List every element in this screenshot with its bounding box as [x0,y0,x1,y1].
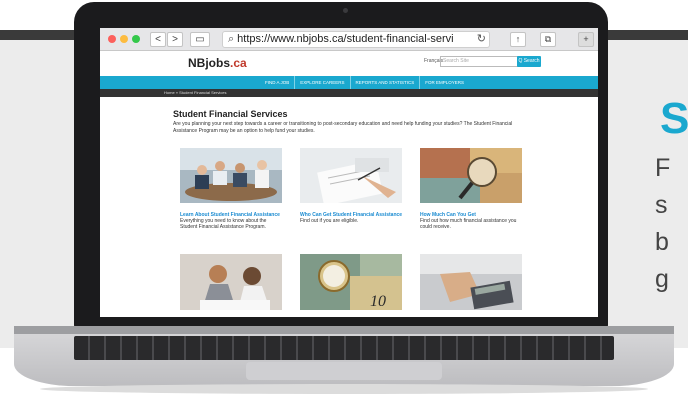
site-logo[interactable]: NBjobs.ca [188,56,247,70]
browser-toolbar: < > ▭ ⌕ https://www.nbjobs.ca/student-fin… [100,28,598,51]
close-window-icon[interactable] [108,35,116,43]
trackpad [246,362,442,380]
laptop-hinge [14,326,674,334]
side-text-line: F [655,154,671,182]
main-nav: FIND A JOB EXPLORE CAREERS REPORTS AND S… [100,76,598,89]
meeting-photo [180,148,282,203]
laptop-shadow [40,384,648,394]
search-icon: ⌕ [228,33,235,45]
card-amount[interactable]: How Much Can You Get Find out how much f… [420,148,524,230]
side-text: F s b g [655,150,670,298]
laptop-base [14,326,674,386]
calculator-photo[interactable] [420,254,522,310]
nav-explore-careers[interactable]: EXPLORE CAREERS [295,76,351,89]
logo-main: NBjobs [188,56,230,70]
address-bar[interactable]: ⌕ https://www.nbjobs.ca/student-financial… [222,31,490,48]
pocket-watch-money-photo[interactable]: 10 [300,254,402,310]
minimize-window-icon[interactable] [120,35,128,43]
card-description: Find out if you are eligible. [300,218,359,224]
nav-reports-and-statistics[interactable]: REPORTS AND STATISTICS [351,76,421,89]
keyboard [74,336,614,360]
laptop-screen: < > ▭ ⌕ https://www.nbjobs.ca/student-fin… [100,28,598,317]
nav-find-a-job[interactable]: FIND A JOB [260,76,296,89]
bill-number: 10 [370,293,386,310]
url-text: https://www.nbjobs.ca/student-financial-… [237,33,454,45]
side-text-line: g [655,265,669,293]
card-learn[interactable]: Learn About Student Financial Assistance… [180,148,284,230]
sidebar-toggle-icon[interactable]: ▭ [190,32,210,47]
maximize-window-icon[interactable] [132,35,140,43]
back-icon[interactable]: < [150,32,166,47]
tabs-icon[interactable]: ⧉ [540,32,556,47]
new-tab-icon[interactable]: + [578,32,594,47]
breadcrumb[interactable]: Home » Student Financial Services [164,89,226,97]
card-eligibility[interactable]: Who Can Get Student Financial Assistance… [300,148,404,224]
camera-icon [343,8,348,13]
page-title: Student Financial Services [173,109,288,119]
signing-document-photo [300,148,402,206]
intro-text: Are you planning your next step towards … [173,121,513,134]
site-header: NBjobs.ca Français Search Site Q Search [100,51,598,74]
side-text-line: s [655,191,668,219]
site-search-input[interactable]: Search Site [440,56,518,67]
site-search-button[interactable]: Q Search [517,56,541,67]
logo-suffix: .ca [230,56,247,70]
forward-icon[interactable]: > [167,32,183,47]
card-description: Everything you need to know about the St… [180,218,267,230]
magnifier-money-photo [420,148,522,203]
breadcrumb-bar: Home » Student Financial Services [100,89,598,97]
side-heading-letter: S [660,94,688,143]
card-description: Find out how much financial assistance y… [420,218,517,230]
reload-icon[interactable]: ↻ [477,32,486,47]
nav-for-employers[interactable]: FOR EMPLOYERS [420,76,469,89]
side-text-line: b [655,228,669,256]
students-studying-photo[interactable] [180,254,282,310]
share-icon[interactable]: ↑ [510,32,526,47]
